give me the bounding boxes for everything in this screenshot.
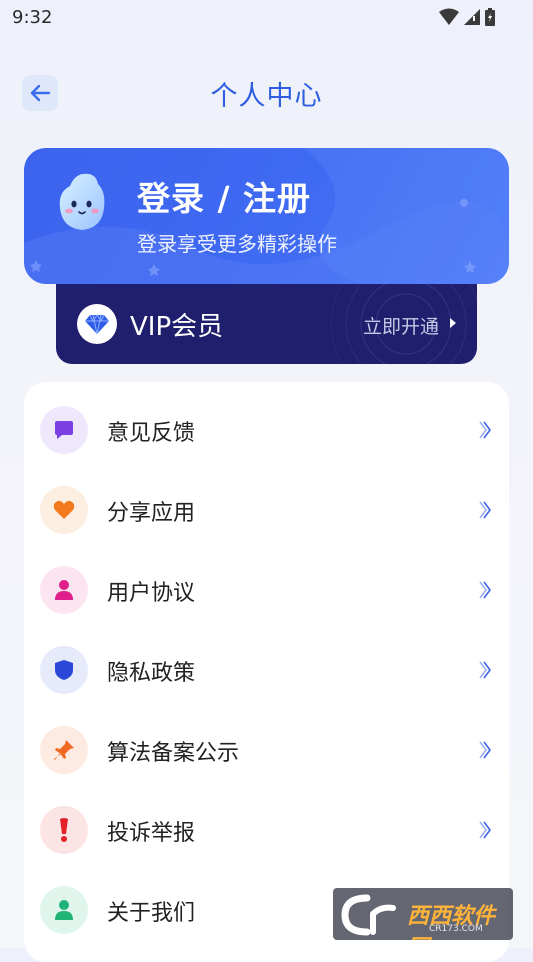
icon-circle: [40, 646, 88, 694]
vip-open-button[interactable]: 立即开通: [363, 312, 439, 339]
icon-circle: [40, 726, 88, 774]
chevron-right-icon: [479, 581, 491, 599]
status-icons: [439, 8, 495, 26]
menu-label: 关于我们: [107, 901, 196, 926]
menu-label: 用户协议: [107, 581, 196, 606]
vip-label: VIP会员: [130, 312, 224, 342]
login-title: 登录 / 注册: [137, 179, 312, 218]
pin-icon: [54, 740, 74, 760]
watermark: 西西软件园 CR173.COM: [333, 888, 513, 940]
menu-label: 意见反馈: [107, 421, 196, 446]
diamond-icon: [77, 304, 117, 344]
exclamation-icon: [60, 818, 68, 842]
menu-label: 投诉举报: [107, 821, 196, 846]
icon-circle: [40, 486, 88, 534]
message-icon: [55, 421, 73, 439]
chevron-right-icon: [479, 421, 491, 439]
menu-label: 算法备案公示: [107, 741, 240, 766]
watermark-sub: CR173.COM: [429, 924, 483, 934]
vip-bar[interactable]: VIP会员 立即开通: [56, 284, 477, 364]
signal-icon: [464, 9, 480, 25]
menu-item-privacy[interactable]: 隐私政策: [24, 630, 509, 710]
wifi-icon: [439, 8, 459, 25]
chevron-right-icon: [479, 741, 491, 759]
user-icon: [55, 580, 73, 600]
heart-icon: [53, 500, 75, 519]
caret-right-icon: [450, 318, 456, 328]
login-card[interactable]: 登录 / 注册 登录享受更多精彩操作: [24, 148, 509, 284]
menu-item-algorithm[interactable]: 算法备案公示: [24, 710, 509, 790]
icon-circle: [40, 806, 88, 854]
icon-circle: [40, 566, 88, 614]
login-subtitle: 登录享受更多精彩操作: [137, 232, 337, 256]
watermark-logo-icon: [341, 894, 396, 936]
menu-label: 分享应用: [107, 501, 196, 526]
chevron-right-icon: [479, 661, 491, 679]
status-time: 9:32: [12, 7, 53, 28]
battery-icon: [485, 8, 495, 26]
icon-circle: [40, 886, 88, 934]
page-title: 个人中心: [210, 81, 323, 112]
menu-card: 意见反馈 分享应用 用户协议 隐私政策 算法备案公示 投诉举报 关于我们: [24, 382, 509, 962]
chevron-right-icon: [479, 821, 491, 839]
shield-icon: [55, 660, 73, 680]
menu-label: 隐私政策: [107, 661, 196, 686]
menu-item-report[interactable]: 投诉举报: [24, 790, 509, 870]
person-icon: [55, 900, 73, 920]
avatar: [59, 173, 105, 230]
icon-circle: [40, 406, 88, 454]
chevron-right-icon: [479, 501, 491, 519]
menu-item-share[interactable]: 分享应用: [24, 470, 509, 550]
menu-item-user-agreement[interactable]: 用户协议: [24, 550, 509, 630]
menu-item-feedback[interactable]: 意见反馈: [24, 390, 509, 470]
status-bar: 9:32: [0, 0, 533, 36]
